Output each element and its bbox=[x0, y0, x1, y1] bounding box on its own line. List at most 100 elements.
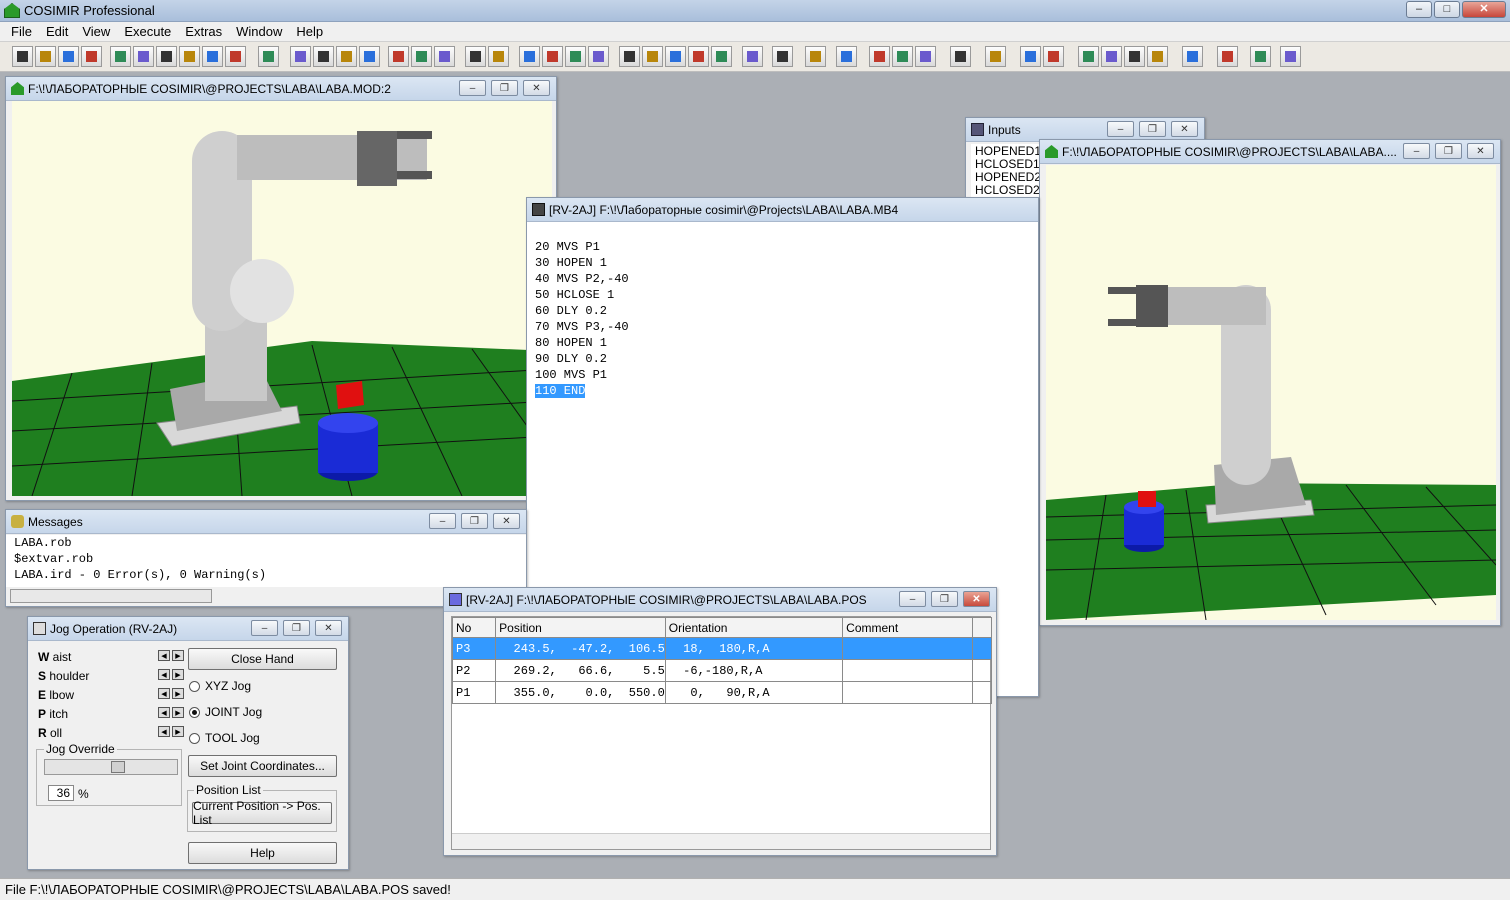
toolbar-button-23[interactable] bbox=[565, 46, 586, 67]
current-position-to-list-button[interactable]: Current Position -> Pos. List bbox=[192, 799, 332, 827]
toolbar-button-4[interactable] bbox=[81, 46, 102, 67]
toolbar-button-42[interactable] bbox=[1101, 46, 1122, 67]
minimize-icon[interactable]: – bbox=[251, 620, 278, 636]
toolbar-button-39[interactable] bbox=[1020, 46, 1041, 67]
toolbar-button-16[interactable] bbox=[388, 46, 409, 67]
menu-execute[interactable]: Execute bbox=[117, 22, 178, 41]
toolbar-button-25[interactable] bbox=[619, 46, 640, 67]
robot-3d-scene[interactable] bbox=[12, 101, 552, 496]
horizontal-scrollbar[interactable] bbox=[452, 833, 990, 849]
toolbar-button-27[interactable] bbox=[665, 46, 686, 67]
code-line[interactable]: 90 DLY 0.2 bbox=[535, 352, 607, 366]
toolbar-button-12[interactable] bbox=[290, 46, 311, 67]
toolbar-button-45[interactable] bbox=[1182, 46, 1203, 67]
toolbar-button-30[interactable] bbox=[742, 46, 763, 67]
menu-file[interactable]: File bbox=[4, 22, 39, 41]
input-item[interactable]: HOPENED2 bbox=[975, 170, 1041, 184]
close-icon[interactable]: ✕ bbox=[493, 513, 520, 529]
toolbar-button-26[interactable] bbox=[642, 46, 663, 67]
toolbar-button-14[interactable] bbox=[336, 46, 357, 67]
minimize-icon[interactable]: – bbox=[459, 80, 486, 96]
menu-edit[interactable]: Edit bbox=[39, 22, 75, 41]
close-hand-button[interactable]: Close Hand bbox=[188, 648, 337, 670]
close-icon[interactable]: ✕ bbox=[1467, 143, 1494, 159]
table-row[interactable]: P1 355.0, 0.0, 550.0 0, 90,R,A bbox=[451, 681, 993, 704]
toolbar-button-20[interactable] bbox=[488, 46, 509, 67]
toolbar-button-29[interactable] bbox=[711, 46, 732, 67]
restore-icon[interactable]: ❐ bbox=[931, 591, 958, 607]
menu-view[interactable]: View bbox=[75, 22, 117, 41]
set-joint-coordinates-button[interactable]: Set Joint Coordinates... bbox=[188, 755, 337, 777]
help-button[interactable]: Help bbox=[188, 842, 337, 864]
close-button[interactable]: ✕ bbox=[1462, 1, 1506, 18]
restore-icon[interactable]: ❐ bbox=[283, 620, 310, 636]
toolbar-button-43[interactable] bbox=[1124, 46, 1145, 67]
position-list-window[interactable]: [RV-2AJ] F:\!\ЛАБОРАТОРНЫЕ COSIMIR\@PROJ… bbox=[443, 587, 997, 856]
joint-jog-radio[interactable] bbox=[189, 707, 200, 718]
toolbar-button-13[interactable] bbox=[313, 46, 334, 67]
toolbar-button-33[interactable] bbox=[836, 46, 857, 67]
jog-override-value[interactable]: 36 bbox=[48, 785, 74, 801]
code-line[interactable]: 80 HOPEN 1 bbox=[535, 336, 607, 350]
toolbar-button-47[interactable] bbox=[1250, 46, 1271, 67]
toolbar-button-36[interactable] bbox=[915, 46, 936, 67]
toolbar-button-2[interactable] bbox=[35, 46, 56, 67]
model-view-window[interactable]: F:\!\ЛАБОРАТОРНЫЕ COSIMIR\@PROJECTS\LABA… bbox=[5, 76, 557, 501]
toolbar-button-8[interactable] bbox=[179, 46, 200, 67]
minimize-icon[interactable]: – bbox=[429, 513, 456, 529]
maximize-button[interactable]: □ bbox=[1434, 1, 1460, 18]
restore-icon[interactable]: ❐ bbox=[1139, 121, 1166, 137]
toolbar-button-37[interactable] bbox=[950, 46, 971, 67]
toolbar-button-38[interactable] bbox=[985, 46, 1006, 67]
jog-operation-window[interactable]: Jog Operation (RV-2AJ) – ❐ ✕ W aist S houl… bbox=[27, 616, 349, 870]
code-line[interactable]: 50 HCLOSE 1 bbox=[535, 288, 614, 302]
input-item[interactable]: HOPENED1 bbox=[975, 144, 1041, 158]
pitch-jog-arrows[interactable]: ◀ ▶ bbox=[158, 707, 184, 718]
restore-icon[interactable]: ❐ bbox=[491, 80, 518, 96]
toolbar-button-24[interactable] bbox=[588, 46, 609, 67]
toolbar-button-22[interactable] bbox=[542, 46, 563, 67]
toolbar-button-19[interactable] bbox=[465, 46, 486, 67]
jog-override-slider[interactable] bbox=[44, 759, 178, 775]
toolbar-button-40[interactable] bbox=[1043, 46, 1064, 67]
model-view-window-2[interactable]: F:\!\ЛАБОРАТОРНЫЕ COSIMIR\@PROJECTS\LABA… bbox=[1039, 139, 1501, 626]
toolbar-button-21[interactable] bbox=[519, 46, 540, 67]
minimize-icon[interactable]: – bbox=[899, 591, 926, 607]
code-line[interactable]: 40 MVS P2,-40 bbox=[535, 272, 629, 286]
toolbar-button-7[interactable] bbox=[156, 46, 177, 67]
toolbar-button-48[interactable] bbox=[1280, 46, 1301, 67]
code-line-selected[interactable]: 110 END bbox=[535, 384, 586, 398]
waist-jog-arrows[interactable]: ◀ ▶ bbox=[158, 650, 184, 661]
horizontal-scrollbar[interactable] bbox=[10, 589, 212, 603]
column-header[interactable]: Orientation bbox=[664, 617, 844, 638]
close-icon[interactable]: ✕ bbox=[963, 591, 990, 607]
minimize-icon[interactable]: – bbox=[1403, 143, 1430, 159]
toolbar-button-46[interactable] bbox=[1217, 46, 1238, 67]
close-icon[interactable]: ✕ bbox=[523, 80, 550, 96]
toolbar-button-9[interactable] bbox=[202, 46, 223, 67]
code-line[interactable]: 100 MVS P1 bbox=[535, 368, 607, 382]
toolbar-button-10[interactable] bbox=[225, 46, 246, 67]
toolbar-button-44[interactable] bbox=[1147, 46, 1168, 67]
toolbar-button-34[interactable] bbox=[869, 46, 890, 67]
code-line[interactable]: 70 MVS P3,-40 bbox=[535, 320, 629, 334]
toolbar-button-17[interactable] bbox=[411, 46, 432, 67]
robot-3d-scene-2[interactable] bbox=[1046, 165, 1496, 620]
column-header[interactable]: Comment bbox=[842, 617, 973, 638]
column-header[interactable]: Position bbox=[495, 617, 666, 638]
tool-jog-radio[interactable] bbox=[189, 733, 200, 744]
toolbar-button-15[interactable] bbox=[359, 46, 380, 67]
menu-extras[interactable]: Extras bbox=[178, 22, 229, 41]
toolbar-button-5[interactable] bbox=[110, 46, 131, 67]
restore-icon[interactable]: ❐ bbox=[461, 513, 488, 529]
shoulder-jog-arrows[interactable]: ◀ ▶ bbox=[158, 669, 184, 680]
toolbar-button-31[interactable] bbox=[772, 46, 793, 67]
restore-icon[interactable]: ❐ bbox=[1435, 143, 1462, 159]
minimize-button[interactable]: – bbox=[1406, 1, 1432, 18]
table-row[interactable]: P2 269.2, 66.6, 5.5 -6,-180,R,A bbox=[451, 659, 993, 682]
xyz-jog-radio[interactable] bbox=[189, 681, 200, 692]
menu-window[interactable]: Window bbox=[229, 22, 289, 41]
roll-jog-arrows[interactable]: ◀ ▶ bbox=[158, 726, 184, 737]
elbow-jog-arrows[interactable]: ◀ ▶ bbox=[158, 688, 184, 699]
toolbar-button-1[interactable] bbox=[12, 46, 33, 67]
